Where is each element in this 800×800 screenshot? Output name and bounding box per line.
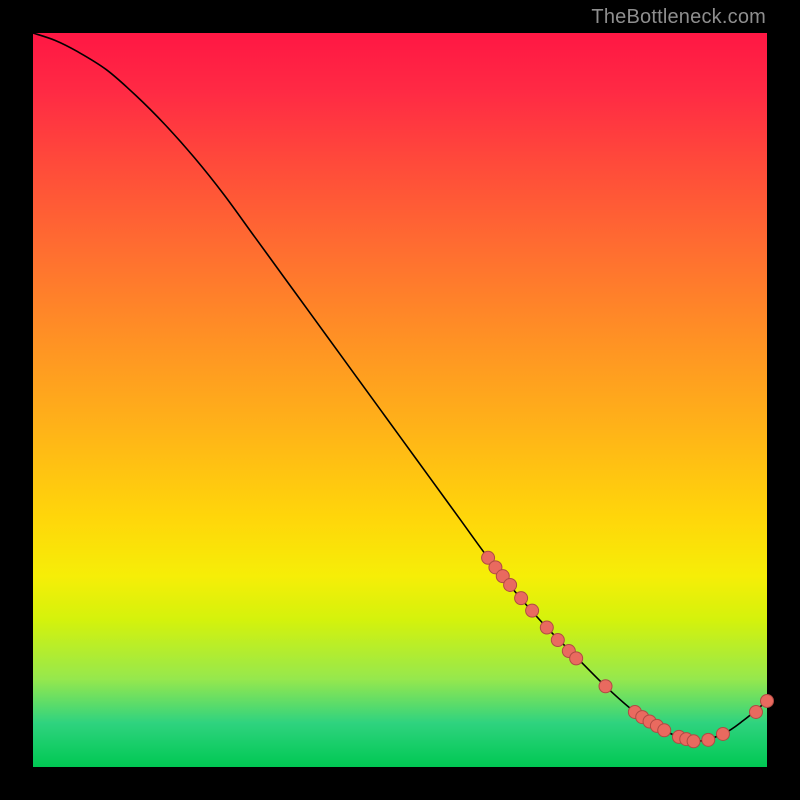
data-point	[749, 705, 762, 718]
data-points-group	[482, 551, 774, 748]
data-point	[504, 578, 517, 591]
data-point	[702, 733, 715, 746]
data-point	[515, 592, 528, 605]
watermark-label: TheBottleneck.com	[591, 6, 766, 29]
bottleneck-curve	[33, 33, 767, 741]
data-point	[687, 735, 700, 748]
chart-overlay	[33, 33, 767, 767]
data-point	[570, 652, 583, 665]
data-point	[526, 604, 539, 617]
data-point	[599, 680, 612, 693]
data-point	[761, 694, 774, 707]
data-point	[658, 724, 671, 737]
data-point	[716, 727, 729, 740]
data-point	[540, 621, 553, 634]
data-point	[551, 634, 564, 647]
chart-stage: TheBottleneck.com	[0, 0, 800, 800]
